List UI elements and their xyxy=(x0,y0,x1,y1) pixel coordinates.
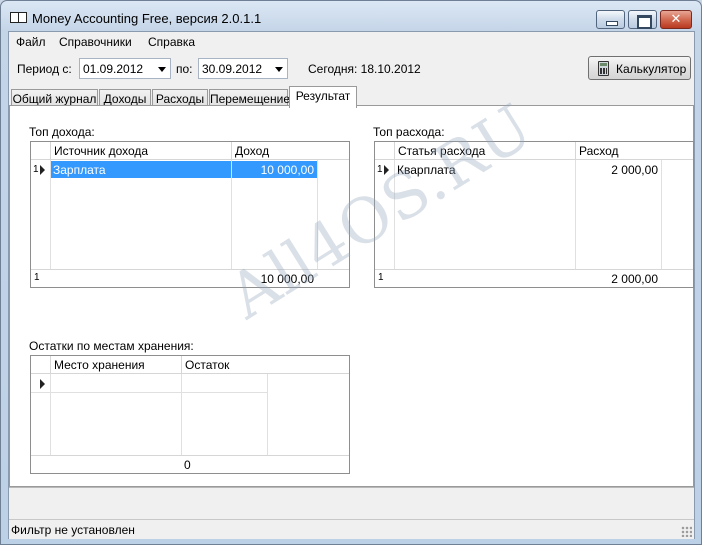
period-from-label: Период с: xyxy=(17,62,72,76)
grid-header: Место хранения Остаток xyxy=(31,356,349,374)
resize-grip-icon[interactable] xyxy=(681,526,692,537)
expense-grid[interactable]: Статья расхода Расход 1 Кварплата 2 000,… xyxy=(374,141,694,288)
grid-footer: 0 xyxy=(31,455,349,473)
filter-status: Фильтр не установлен xyxy=(11,523,135,537)
footer-total: 0 xyxy=(184,458,191,472)
date-to-value: 30.09.2012 xyxy=(202,62,263,76)
close-button[interactable]: ✕ xyxy=(660,10,692,29)
client-area: Файл Справочники Справка Период с: 01.09… xyxy=(8,31,695,539)
storage-title: Остатки по местам хранения: xyxy=(29,339,194,353)
date-to-picker[interactable]: 30.09.2012 xyxy=(198,58,288,79)
menu-file[interactable]: Файл xyxy=(16,35,46,49)
calculator-label: Калькулятор xyxy=(616,62,687,76)
storage-grid[interactable]: Место хранения Остаток 0 xyxy=(30,355,350,474)
row-pointer-icon xyxy=(40,379,45,389)
footer-count: 1 xyxy=(378,272,384,283)
result-panel: Топ дохода: Источник дохода Доход 1 Зарп… xyxy=(9,105,694,487)
close-icon: ✕ xyxy=(670,12,682,27)
column-header-location[interactable]: Место хранения xyxy=(50,356,181,374)
grid-line xyxy=(181,374,182,456)
status-bar: Фильтр не установлен xyxy=(9,519,694,539)
menu-help[interactable]: Справка xyxy=(148,35,195,49)
grid-line xyxy=(661,160,662,270)
title-bar[interactable]: Money Accounting Free, версия 2.0.1.1 ✕ xyxy=(1,1,701,31)
grid-line xyxy=(317,160,318,270)
footer-total: 2 000,00 xyxy=(611,272,658,286)
income-amount-cell[interactable]: 10 000,00 xyxy=(232,161,317,178)
today-label: Сегодня: 18.10.2012 xyxy=(308,62,421,76)
calculator-button[interactable]: Калькулятор xyxy=(588,56,691,80)
column-header-item[interactable]: Статья расхода xyxy=(394,142,575,160)
tab-result[interactable]: Результат xyxy=(289,86,357,108)
period-to-label: по: xyxy=(176,62,193,76)
date-from-picker[interactable]: 01.09.2012 xyxy=(79,58,171,79)
summary-bar xyxy=(9,487,694,517)
app-window: Money Accounting Free, версия 2.0.1.1 ✕ … xyxy=(0,0,702,545)
footer-total: 10 000,00 xyxy=(260,272,314,286)
column-header-expense[interactable]: Расход xyxy=(575,142,661,160)
expense-item-cell[interactable]: Кварплата xyxy=(395,161,575,178)
grid-line xyxy=(267,374,268,456)
toolbar: Период с: 01.09.2012 по: 30.09.2012 Сего… xyxy=(9,53,694,87)
maximize-button[interactable] xyxy=(628,10,657,29)
grid-line xyxy=(50,374,51,456)
footer-count: 1 xyxy=(34,272,40,283)
expense-amount-cell[interactable]: 2 000,00 xyxy=(576,161,661,178)
minimize-button[interactable] xyxy=(596,10,625,29)
grid-line xyxy=(31,392,267,393)
column-header-income[interactable]: Доход xyxy=(231,142,317,160)
income-grid[interactable]: Источник дохода Доход 1 Зарплата 10 000,… xyxy=(30,141,350,288)
income-source-cell[interactable]: Зарплата xyxy=(51,161,231,178)
dropdown-arrow-icon[interactable] xyxy=(275,67,283,72)
app-book-icon xyxy=(10,12,27,23)
date-from-value: 01.09.2012 xyxy=(83,62,144,76)
row-pointer-icon xyxy=(384,165,389,175)
income-title: Топ дохода: xyxy=(29,125,95,139)
row-pointer-icon xyxy=(40,165,45,175)
expense-title: Топ расхода: xyxy=(373,125,445,139)
window-title: Money Accounting Free, версия 2.0.1.1 xyxy=(32,11,262,26)
grid-header: Статья расхода Расход xyxy=(375,142,693,160)
calculator-icon xyxy=(598,61,609,76)
column-header-source[interactable]: Источник дохода xyxy=(50,142,231,160)
grid-footer: 1 2 000,00 xyxy=(375,269,693,287)
column-header-balance[interactable]: Остаток xyxy=(181,356,267,374)
menu-bar: Файл Справочники Справка xyxy=(9,32,694,52)
grid-header: Источник дохода Доход xyxy=(31,142,349,160)
tab-strip: Общий журнал Доходы Расходы Перемещение … xyxy=(9,86,694,108)
menu-directories[interactable]: Справочники xyxy=(59,35,132,49)
grid-footer: 1 10 000,00 xyxy=(31,269,349,287)
dropdown-arrow-icon[interactable] xyxy=(158,67,166,72)
